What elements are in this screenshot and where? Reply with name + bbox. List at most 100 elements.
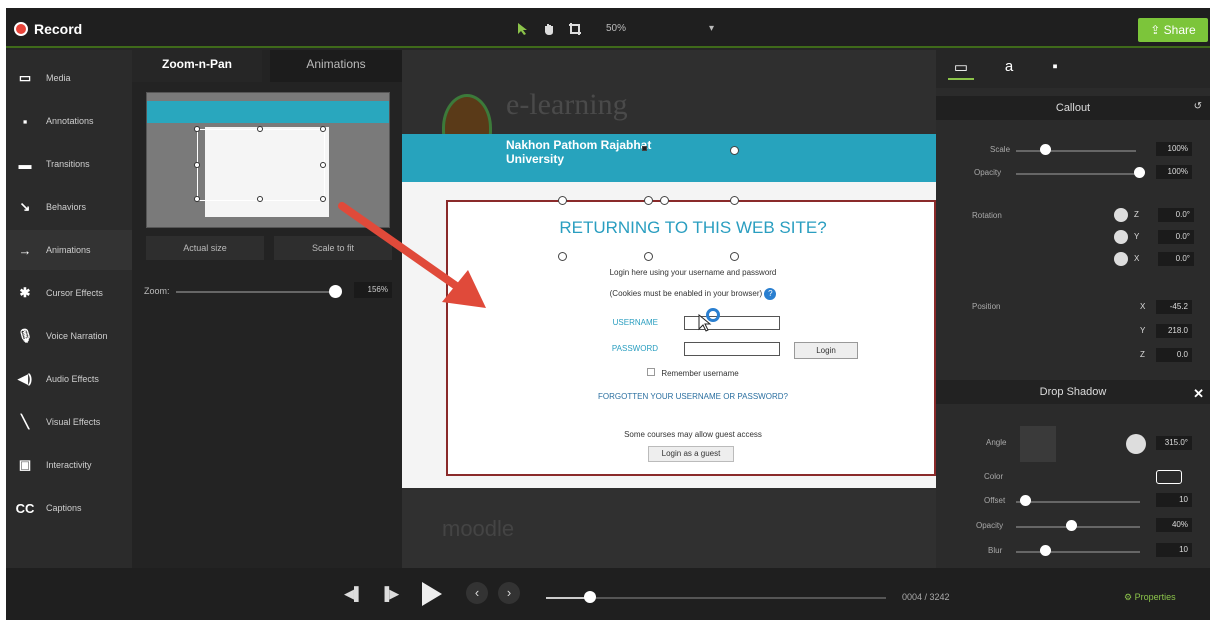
opacity-value[interactable]: 100% [1156,165,1192,179]
rotation-y-value[interactable]: 0.0° [1158,230,1194,244]
arrow-tool-icon[interactable] [514,20,532,38]
sidebar-item-media[interactable]: ▭ Media [6,58,132,98]
shadow-opacity-knob[interactable] [1066,520,1077,531]
sidebar-item-label: Animations [46,245,91,255]
zoom-frame-handle[interactable] [257,126,263,132]
remember-username[interactable]: Remember username [448,368,936,378]
opacity-slider[interactable] [1016,173,1140,175]
rotation-x-value[interactable]: 0.0° [1158,252,1194,266]
tab-zoom-n-pan[interactable]: Zoom-n-Pan [132,50,262,82]
wand-icon: ╲ [21,414,29,429]
position-y-axis: Y [1140,326,1146,335]
sidebar-item-audio-effects[interactable]: ◀) Audio Effects [6,359,132,399]
angle-dial-icon[interactable] [1126,434,1146,454]
selection-handle[interactable] [644,252,653,261]
sidebar-item-visual-effects[interactable]: ╲ Visual Effects [6,402,132,442]
offset-value[interactable]: 10 [1156,493,1192,507]
rotation-dial-icon[interactable] [1114,252,1128,266]
blur-slider[interactable] [1016,551,1140,553]
rotation-dial-icon[interactable] [1114,208,1128,222]
password-field[interactable] [684,342,780,356]
moodle-logo: moodle [442,516,515,541]
forgot-link[interactable]: FORGOTTEN YOUR USERNAME OR PASSWORD? [448,392,936,401]
selection-handle[interactable] [730,252,739,261]
selection-handle[interactable] [660,196,669,205]
tab-animations[interactable]: Animations [270,50,402,82]
pan-hand-icon[interactable] [540,20,558,38]
zoom-frame-handle[interactable] [194,126,200,132]
previous-icon[interactable]: ‹ [466,582,488,604]
sidebar-item-interactivity[interactable]: ▣ Interactivity [6,445,132,485]
shadow-opacity-slider[interactable] [1016,526,1140,528]
crop-icon[interactable] [566,20,584,38]
selection-handle[interactable] [730,146,739,155]
position-y-value[interactable]: 218.0 [1156,324,1192,338]
remember-checkbox[interactable] [647,368,656,376]
position-z-value[interactable]: 0.0 [1156,348,1192,362]
login-button[interactable]: Login [794,342,858,359]
zoom-frame[interactable] [194,126,326,202]
blur-slider-knob[interactable] [1040,545,1051,556]
sidebar-item-annotations[interactable]: ▪ Annotations [6,101,132,141]
drop-shadow-header: Drop Shadow [936,380,1210,404]
angle-value[interactable]: 315.0° [1156,436,1192,450]
remember-label: Remember username [661,369,739,378]
playhead-knob[interactable] [584,591,596,603]
step-back-icon[interactable]: ◀▌ [344,586,363,602]
record-button[interactable]: Record [34,21,82,37]
sidebar-item-transitions[interactable]: ▬ Transitions [6,144,132,184]
zoom-frame-handle[interactable] [257,196,263,202]
callout-login-box[interactable]: RETURNING TO THIS WEB SITE? Login here u… [446,200,936,476]
share-button[interactable]: ⇪ Share [1138,18,1208,42]
guest-login-button[interactable]: Login as a guest [648,446,734,462]
play-icon[interactable] [422,582,442,606]
selection-handle[interactable] [642,146,647,151]
zoom-frame-handle[interactable] [320,162,326,168]
annotation-arrow-icon[interactable] [336,198,496,318]
sidebar-item-cursor-effects[interactable]: ✱ Cursor Effects [6,273,132,313]
text-properties-icon[interactable]: a [996,58,1022,80]
offset-slider[interactable] [1016,501,1140,503]
zoom-frame-handle[interactable] [194,162,200,168]
opacity-slider-knob[interactable] [1134,167,1145,178]
shadow-color-picker[interactable] [1156,470,1182,484]
selection-handle[interactable] [730,196,739,205]
rotation-dial-icon[interactable] [1114,230,1128,244]
position-x-value[interactable]: -45.2 [1156,300,1192,314]
zoom-dropdown[interactable]: 50% ▾ [606,20,714,38]
scale-value[interactable]: 100% [1156,142,1192,156]
top-bar: Record 50% ▾ ⇪ Share [6,8,1210,48]
scale-slider[interactable] [1016,150,1136,152]
cursor-highlight [706,308,720,322]
properties-button[interactable]: ⚙ Properties [1124,592,1176,603]
sidebar-item-behaviors[interactable]: ↘ Behaviors [6,187,132,227]
angle-grid[interactable] [1020,426,1056,462]
record-icon[interactable] [14,22,28,36]
zoom-frame-handle[interactable] [320,196,326,202]
zoom-frame-handle[interactable] [320,126,326,132]
rotation-y-axis: Y [1134,232,1140,241]
shadow-opacity-value[interactable]: 40% [1156,518,1192,532]
selection-handle[interactable] [644,196,653,205]
rotation-z-value[interactable]: 0.0° [1158,208,1194,222]
shape-properties-icon[interactable]: ▪ [1042,58,1068,80]
selection-handle[interactable] [558,196,567,205]
reset-icon[interactable]: ↺ [1194,101,1202,112]
sidebar-item-animations[interactable]: → Animations [6,230,132,270]
color-label: Color [984,472,1004,481]
close-icon[interactable]: ✕ [1193,386,1204,402]
next-icon[interactable]: › [498,582,520,604]
sidebar-item-captions[interactable]: CC Captions [6,488,132,528]
playback-scrubber[interactable] [546,597,886,599]
scale-slider-knob[interactable] [1040,144,1051,155]
offset-slider-knob[interactable] [1020,495,1031,506]
sidebar-item-voice-narration[interactable]: 🎙︎ Voice Narration [6,316,132,356]
zoom-frame-handle[interactable] [194,196,200,202]
selection-handle[interactable] [558,252,567,261]
blur-value[interactable]: 10 [1156,543,1192,557]
zoom-slider[interactable] [176,291,336,293]
guest-hint: Some courses may allow guest access [624,430,762,439]
actual-size-button[interactable]: Actual size [146,236,264,260]
visual-properties-icon[interactable]: ▭ [948,58,974,80]
step-forward-icon[interactable]: ▐▶ [380,586,399,602]
